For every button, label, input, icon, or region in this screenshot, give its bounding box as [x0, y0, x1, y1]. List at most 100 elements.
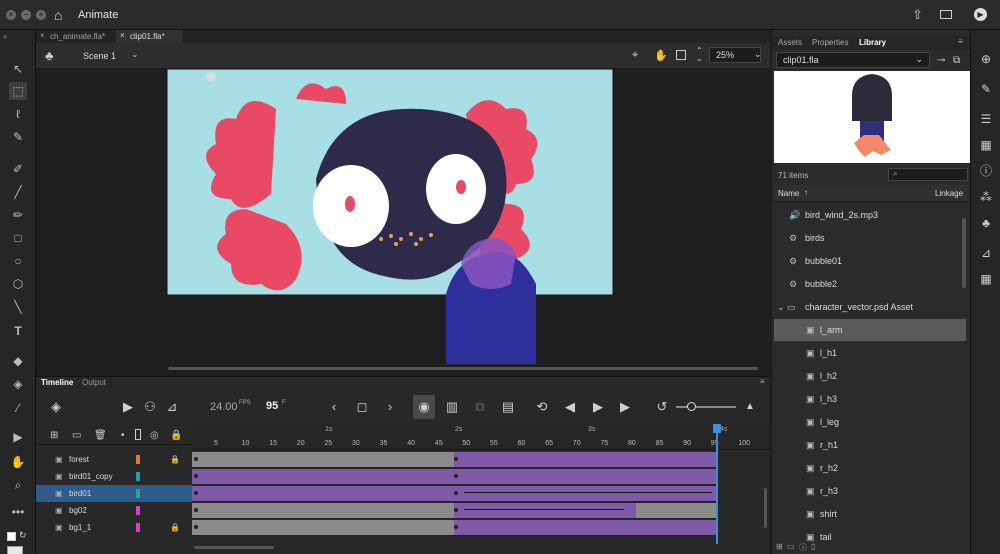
- minimize-window-button[interactable]: −: [21, 10, 31, 20]
- close-tab-icon[interactable]: ×: [40, 31, 45, 40]
- tab-timeline[interactable]: Timeline: [41, 378, 73, 387]
- current-frame[interactable]: 95: [266, 400, 278, 412]
- center-stage-icon[interactable]: ⌖: [632, 49, 638, 62]
- panel-menu-icon[interactable]: ≡: [958, 37, 963, 46]
- eyedropper-tool-icon[interactable]: ⁄: [9, 399, 27, 417]
- eraser-tool-icon[interactable]: ◆: [9, 352, 27, 370]
- frame-span[interactable]: [192, 503, 454, 518]
- timeline-zoom-slider[interactable]: [676, 406, 736, 408]
- fps-value[interactable]: 24.00: [210, 401, 238, 413]
- pencil-tool-icon[interactable]: ✐: [9, 160, 27, 178]
- lock-icon[interactable]: 🔒: [170, 430, 182, 441]
- oval-tool-icon[interactable]: ○: [9, 252, 27, 270]
- edit-multiple-frames-icon[interactable]: ▥: [444, 395, 460, 419]
- loop-playback-icon[interactable]: ⟲: [534, 395, 550, 419]
- timeline-scrollbar[interactable]: [194, 546, 274, 549]
- frame-span[interactable]: [192, 452, 454, 467]
- brush-tool-icon[interactable]: ╱: [9, 183, 27, 201]
- chevron-down-icon[interactable]: ⌄: [131, 49, 139, 60]
- library-item[interactable]: ▣ l_h3: [774, 388, 966, 410]
- zoom-stepper-icon[interactable]: ⌃ ⌄: [696, 47, 703, 63]
- stage-horizontal-scrollbar[interactable]: [168, 367, 758, 370]
- zoom-dropdown-icon[interactable]: ⌄: [754, 49, 762, 60]
- close-tab-icon[interactable]: ×: [120, 31, 125, 40]
- onion-skin-icon[interactable]: ◉: [413, 395, 435, 419]
- frame-span[interactable]: [454, 469, 718, 484]
- more-tools-icon[interactable]: •••: [9, 503, 27, 521]
- library-item[interactable]: ▣ l_leg: [774, 411, 966, 433]
- tab-assets[interactable]: Assets: [778, 38, 802, 47]
- library-item[interactable]: ⌄ ▭ character_vector.psd Asset: [774, 296, 966, 318]
- new-folder-icon[interactable]: ▭: [787, 542, 795, 551]
- playhead-handle[interactable]: [713, 424, 721, 433]
- swatches-panel-icon[interactable]: ▦: [977, 136, 995, 154]
- lock-icon[interactable]: 🔒: [170, 519, 180, 536]
- frame-span-row[interactable]: [192, 519, 718, 536]
- library-item[interactable]: ▣ shirt: [774, 503, 966, 525]
- create-tween-icon[interactable]: ▤: [500, 395, 516, 419]
- motion-editor-icon[interactable]: ⊿: [977, 244, 995, 262]
- stroke-color-swatch[interactable]: [7, 532, 16, 541]
- frame-span[interactable]: [192, 486, 454, 501]
- keyframe-dot[interactable]: [454, 474, 458, 478]
- new-layer-icon[interactable]: ⊞: [50, 430, 58, 441]
- components-panel-icon[interactable]: ⁂: [977, 188, 995, 206]
- library-item[interactable]: ▣ r_h1: [774, 434, 966, 456]
- swap-colors-icon[interactable]: ↻: [19, 530, 27, 541]
- library-scrollbar[interactable]: [962, 218, 966, 288]
- layer-color-swatch[interactable]: [136, 472, 140, 481]
- next-keyframe-icon[interactable]: ›: [382, 395, 398, 419]
- keyframe-dot[interactable]: [194, 508, 198, 512]
- library-item[interactable]: ⚙ birds: [774, 227, 966, 249]
- sort-arrow-icon[interactable]: ↑: [804, 188, 808, 197]
- step-forward-icon[interactable]: ▶: [617, 395, 633, 419]
- share-icon[interactable]: ⇧: [912, 7, 923, 23]
- library-item[interactable]: ⚙ bubble2: [774, 273, 966, 295]
- frame-span-row[interactable]: [192, 502, 718, 519]
- selection-tool-icon[interactable]: ↖: [9, 60, 27, 78]
- paint-brush-tool-icon[interactable]: ✏: [9, 206, 27, 224]
- lock-icon[interactable]: 🔒: [170, 451, 180, 468]
- column-linkage[interactable]: Linkage: [935, 189, 963, 198]
- camera-tool-icon[interactable]: ▶: [9, 428, 27, 446]
- hand-tool-icon[interactable]: ✋: [9, 453, 27, 471]
- line-tool-icon[interactable]: ╲: [9, 298, 27, 316]
- layers-icon[interactable]: ◈: [48, 395, 64, 419]
- visibility-icon[interactable]: ◎: [150, 430, 159, 441]
- test-movie-button[interactable]: ▶: [974, 8, 987, 21]
- frame-picker-icon[interactable]: ▦: [977, 270, 995, 288]
- close-window-button[interactable]: ×: [6, 10, 16, 20]
- tab-library[interactable]: Library: [859, 38, 886, 47]
- library-item[interactable]: ▣ r_h3: [774, 480, 966, 502]
- tab-ch-animate[interactable]: × ch_animate.fla*: [36, 30, 114, 43]
- frame-span[interactable]: [454, 486, 718, 501]
- library-search-input[interactable]: ⌕: [888, 168, 968, 181]
- layer-row[interactable]: ▣ bird01: [36, 485, 192, 502]
- delete-layer-icon[interactable]: 🗑: [94, 430, 107, 441]
- layer-name[interactable]: bird01_copy: [69, 472, 113, 481]
- keyframe-dot[interactable]: [454, 525, 458, 529]
- library-item[interactable]: ▣ r_h2: [774, 457, 966, 479]
- step-back-icon[interactable]: ◀: [562, 395, 578, 419]
- layer-name[interactable]: bg1_1: [69, 523, 91, 532]
- layer-row[interactable]: ▣ bg02: [36, 502, 192, 519]
- keyframe-dot[interactable]: [194, 457, 198, 461]
- layer-row[interactable]: ▣ forest 🔒: [36, 451, 192, 468]
- tab-properties[interactable]: Properties: [812, 38, 848, 47]
- keyframe-dot[interactable]: [194, 474, 198, 478]
- rectangle-tool-icon[interactable]: □: [9, 229, 27, 247]
- scene-label[interactable]: Scene 1: [83, 51, 116, 61]
- outline-icon[interactable]: [135, 429, 141, 440]
- keyframe-dot[interactable]: [454, 491, 458, 495]
- new-symbol-icon[interactable]: ⊞: [776, 542, 783, 551]
- new-folder-icon[interactable]: ▭: [72, 430, 81, 441]
- paint-bucket-tool-icon[interactable]: ◈: [9, 375, 27, 393]
- undo-icon[interactable]: ↺: [654, 395, 670, 419]
- insert-keyframe-icon[interactable]: ◻: [354, 395, 370, 419]
- panel-menu-icon[interactable]: ≡: [760, 377, 765, 386]
- frame-span-row[interactable]: [192, 468, 718, 485]
- layer-color-swatch[interactable]: [136, 506, 140, 515]
- assets-panel-icon[interactable]: ♣: [977, 214, 995, 232]
- parenting-icon[interactable]: ⚇: [142, 395, 158, 419]
- home-icon[interactable]: ⌂: [54, 7, 62, 23]
